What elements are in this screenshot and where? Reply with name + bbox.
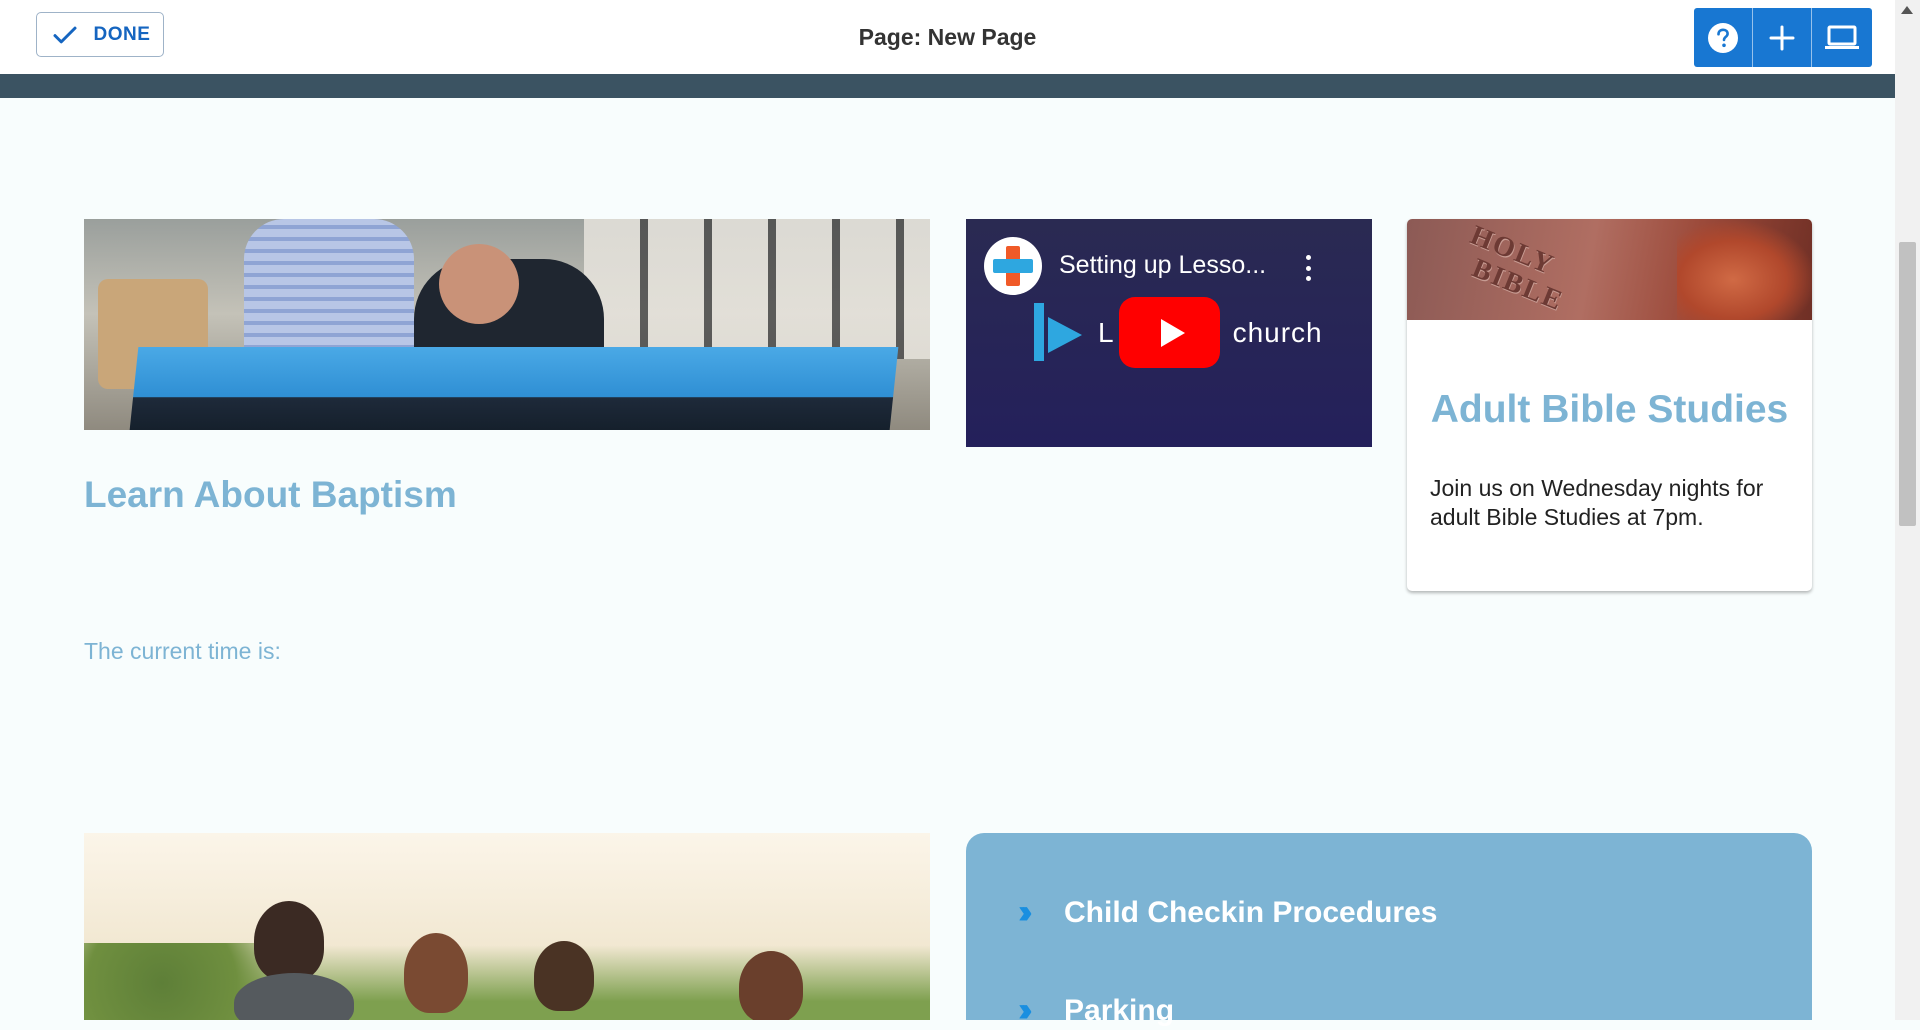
people-photo xyxy=(84,833,930,1020)
card-description: Join us on Wednesday nights for adult Bi… xyxy=(1430,475,1764,530)
plus-icon xyxy=(1769,25,1795,50)
baptism-photo xyxy=(84,219,930,430)
double-chevron-right-icon: ›› xyxy=(1018,893,1033,931)
bible-photo: HOLY BIBLE xyxy=(1407,219,1812,320)
toolbar-actions xyxy=(1694,8,1872,67)
play-button[interactable] xyxy=(1119,297,1220,368)
scroll-up-arrow-icon[interactable] xyxy=(1901,6,1913,14)
question-circle-icon xyxy=(1708,22,1738,53)
card-title: Adult Bible Studies xyxy=(1430,388,1789,431)
link-parking[interactable]: ›› Parking xyxy=(1018,991,1174,1030)
more-vertical-icon[interactable] xyxy=(1304,255,1312,281)
bible-cover-text: HOLY BIBLE xyxy=(1465,219,1568,318)
quick-links-panel: ›› Child Checkin Procedures ›› Parking xyxy=(966,833,1812,1029)
add-button[interactable] xyxy=(1753,8,1812,67)
help-button[interactable] xyxy=(1694,8,1753,67)
double-chevron-right-icon: ›› xyxy=(1018,991,1033,1029)
channel-avatar[interactable] xyxy=(984,237,1042,295)
link-label: Parking xyxy=(1064,993,1175,1027)
header-strip xyxy=(0,74,1895,98)
preview-button[interactable] xyxy=(1812,8,1872,67)
video-embed[interactable]: Setting up Lesso... Lchurch xyxy=(966,219,1372,447)
bible-studies-card: HOLY BIBLE Adult Bible Studies Join us o… xyxy=(1407,219,1812,591)
page-scrollbar[interactable] xyxy=(1895,0,1920,1020)
video-title[interactable]: Setting up Lesso... xyxy=(1059,251,1266,280)
current-time-label: The current time is: xyxy=(84,638,281,664)
link-child-checkin[interactable]: ›› Child Checkin Procedures xyxy=(1018,893,1437,932)
scrollbar-thumb[interactable] xyxy=(1899,242,1916,526)
editor-toolbar: DONE Page: New Page xyxy=(0,0,1895,75)
brand-logo-icon xyxy=(1034,303,1082,361)
laptop-icon xyxy=(1825,25,1859,49)
baptism-heading: Learn About Baptism xyxy=(84,474,457,515)
page-title: Page: New Page xyxy=(858,24,1037,50)
link-label: Child Checkin Procedures xyxy=(1064,895,1438,929)
